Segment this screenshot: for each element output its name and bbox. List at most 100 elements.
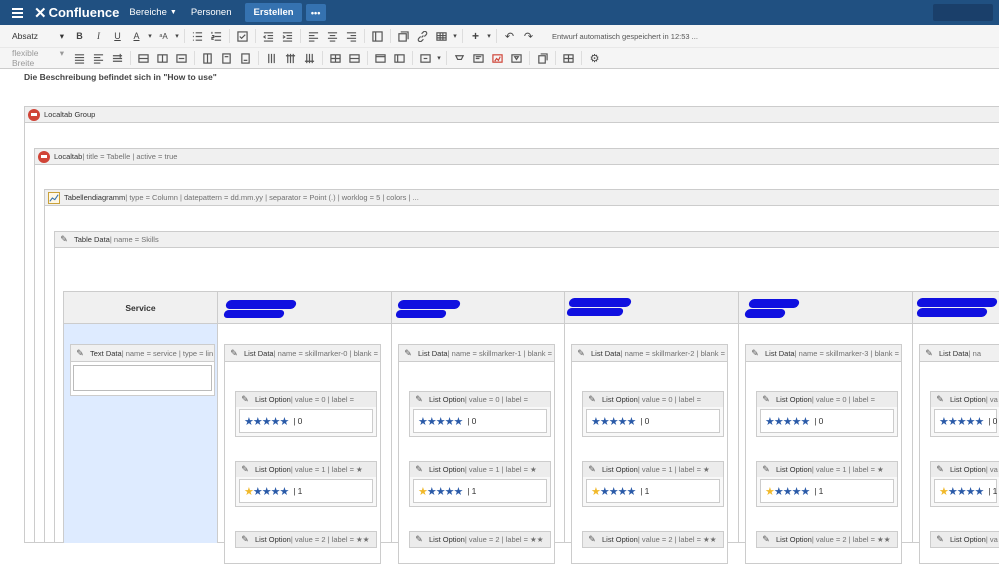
service-cell[interactable]: ✎ Text Data | name = service | type = li… [63,324,218,543]
header-column-redacted[interactable] [913,291,999,324]
list-option-macro[interactable]: ✎ List Option | value = 2 | label = ★★ [582,531,724,548]
star-icon: ★ [956,485,967,498]
list-option-macro[interactable]: ✎ List Option | value = 0 | label = ★★★★★… [756,391,898,437]
editor-toolbar-row-1: Absatz ▾ B I U A ▾ ᵃA ▾ ▾ + ▾ ↶ ↷ Entwurf… [0,25,999,48]
chevron-down-icon[interactable]: ▾ [146,28,154,44]
nav-people[interactable]: Personen [191,7,232,18]
option-preview: ★★★★★ | 1 [239,479,373,503]
table-cut-row-icon[interactable] [108,50,127,66]
bold-icon[interactable]: B [70,28,89,44]
confluence-logo[interactable]: ✕ Confluence [34,4,119,22]
list-data-macro[interactable]: ✎ List Data | name = skillmarker-3 | blan… [745,344,902,564]
underline-icon[interactable]: U [108,28,127,44]
task-list-icon[interactable] [233,28,252,44]
split-cells-icon[interactable] [345,50,364,66]
table-delete-row-icon[interactable] [172,50,191,66]
star-icon: ★ [418,415,428,428]
highlight-icon[interactable] [450,50,469,66]
align-left-icon[interactable] [304,28,323,44]
text-data-macro[interactable]: ✎ Text Data | name = service | type = li… [70,344,215,396]
list-option-macro[interactable]: ✎ List Option | value = 2 | label = ★★ [756,531,898,548]
list-option-macro[interactable]: ✎ List Option | va ★★★★★ | 1 [930,461,999,507]
redo-icon[interactable]: ↷ [519,28,538,44]
numbered-list-icon[interactable] [207,28,226,44]
table-copy-icon[interactable] [533,50,552,66]
header-column-redacted[interactable] [392,291,565,324]
table-sort-icon[interactable] [469,50,488,66]
text-style-icon[interactable]: ᵃA [154,28,173,44]
table-cut-col-icon[interactable] [262,50,281,66]
list-option-macro[interactable]: ✎ List Option | value = 2 | label = ★★ [235,531,377,548]
table-filter-icon[interactable] [507,50,526,66]
skill-cell[interactable]: ✎ List Data | name = skillmarker-0 | blan… [218,324,392,564]
nav-spaces[interactable]: Bereiche ▼ [129,7,176,18]
create-button[interactable]: Erstellen [245,3,302,22]
outdent-icon[interactable] [259,28,278,44]
list-data-macro[interactable]: ✎ List Data | na ✎ List Option | va ★★★★★ | 0 ✎… [919,344,999,564]
header-column-redacted[interactable] [565,291,739,324]
settings-icon[interactable]: ⚙ [585,50,604,66]
header-column-redacted[interactable] [218,291,392,324]
list-option-macro[interactable]: ✎ List Option | value = 0 | label = ★★★★★… [235,391,377,437]
list-data-macro[interactable]: ✎ List Data | name = skillmarker-1 | blan… [398,344,555,564]
chevron-down-icon: ▾ [59,48,64,58]
italic-icon[interactable]: I [89,28,108,44]
table-transform-icon[interactable] [559,50,578,66]
header-service[interactable]: Service [63,291,218,324]
link-icon[interactable] [413,28,432,44]
page-layout-icon[interactable] [368,28,387,44]
width-select[interactable]: flexible Breite ▾ [0,48,70,68]
toolbar-divider [322,51,323,65]
skill-cell[interactable]: ✎ List Data | name = skillmarker-2 | blan… [565,324,739,564]
skill-cell[interactable]: ✎ List Data | name = skillmarker-1 | blan… [392,324,565,564]
table-col-right-icon[interactable] [217,50,236,66]
search-input[interactable] [933,4,993,21]
list-option-macro[interactable]: ✎ List Option | value = 0 | label = ★★★★★… [409,391,551,437]
list-option-macro[interactable]: ✎ List Option | va [930,531,999,548]
table-delete-col-icon[interactable] [236,50,255,66]
chevron-down-icon[interactable]: ▾ [485,28,493,44]
table-copy-row-icon[interactable] [134,50,153,66]
table-icon[interactable] [432,28,451,44]
list-option-macro[interactable]: ✎ List Option | value = 1 | label = ★ ★★★★… [409,461,551,507]
menu-icon[interactable] [0,0,34,25]
list-option-macro[interactable]: ✎ List Option | value = 1 | label = ★ ★★★★… [582,461,724,507]
table-row-below-icon[interactable] [89,50,108,66]
table-row-above-icon[interactable] [70,50,89,66]
table-paste-col-icon[interactable] [300,50,319,66]
merge-cells-icon[interactable] [326,50,345,66]
option-preview: ★★★★★ | 0 [413,409,547,433]
list-option-macro[interactable]: ✎ List Option | value = 0 | label = ★★★★★… [582,391,724,437]
indent-icon[interactable] [278,28,297,44]
list-data-macro[interactable]: ✎ List Data | name = skillmarker-2 | blan… [571,344,728,564]
align-center-icon[interactable] [323,28,342,44]
header-column-icon[interactable] [390,50,409,66]
more-button[interactable]: ••• [305,4,326,21]
list-option-macro[interactable]: ✎ List Option | value = 1 | label = ★ ★★★★… [235,461,377,507]
align-right-icon[interactable] [342,28,361,44]
header-column-redacted[interactable] [739,291,913,324]
list-option-macro[interactable]: ✎ List Option | value = 1 | label = ★ ★★★★… [756,461,898,507]
list-option-macro[interactable]: ✎ List Option | value = 2 | label = ★★ [409,531,551,548]
cell-color-icon[interactable] [416,50,435,66]
undo-icon[interactable]: ↶ [500,28,519,44]
table-chart-icon[interactable] [488,50,507,66]
image-icon[interactable] [394,28,413,44]
star-icon: ★ [252,415,263,428]
skill-cell[interactable]: ✎ List Data | name = skillmarker-3 | blan… [739,324,913,564]
insert-icon[interactable]: + [466,28,485,44]
bullet-list-icon[interactable] [188,28,207,44]
list-option-macro[interactable]: ✎ List Option | va ★★★★★ | 0 [930,391,999,437]
table-copy-col-icon[interactable] [281,50,300,66]
skill-cell[interactable]: ✎ List Data | na ✎ List Option | va ★★★★★ | 0 ✎… [913,324,999,564]
list-data-macro[interactable]: ✎ List Data | name = skillmarker-0 | blan… [224,344,381,564]
text-color-icon[interactable]: A [127,28,146,44]
chevron-down-icon[interactable]: ▾ [451,28,459,44]
table-paste-row-icon[interactable] [153,50,172,66]
chevron-down-icon[interactable]: ▾ [435,50,443,66]
header-row-icon[interactable] [371,50,390,66]
paragraph-format-select[interactable]: Absatz ▾ [0,31,70,42]
table-col-left-icon[interactable] [198,50,217,66]
text-data-input[interactable] [73,365,212,391]
chevron-down-icon[interactable]: ▾ [173,28,181,44]
